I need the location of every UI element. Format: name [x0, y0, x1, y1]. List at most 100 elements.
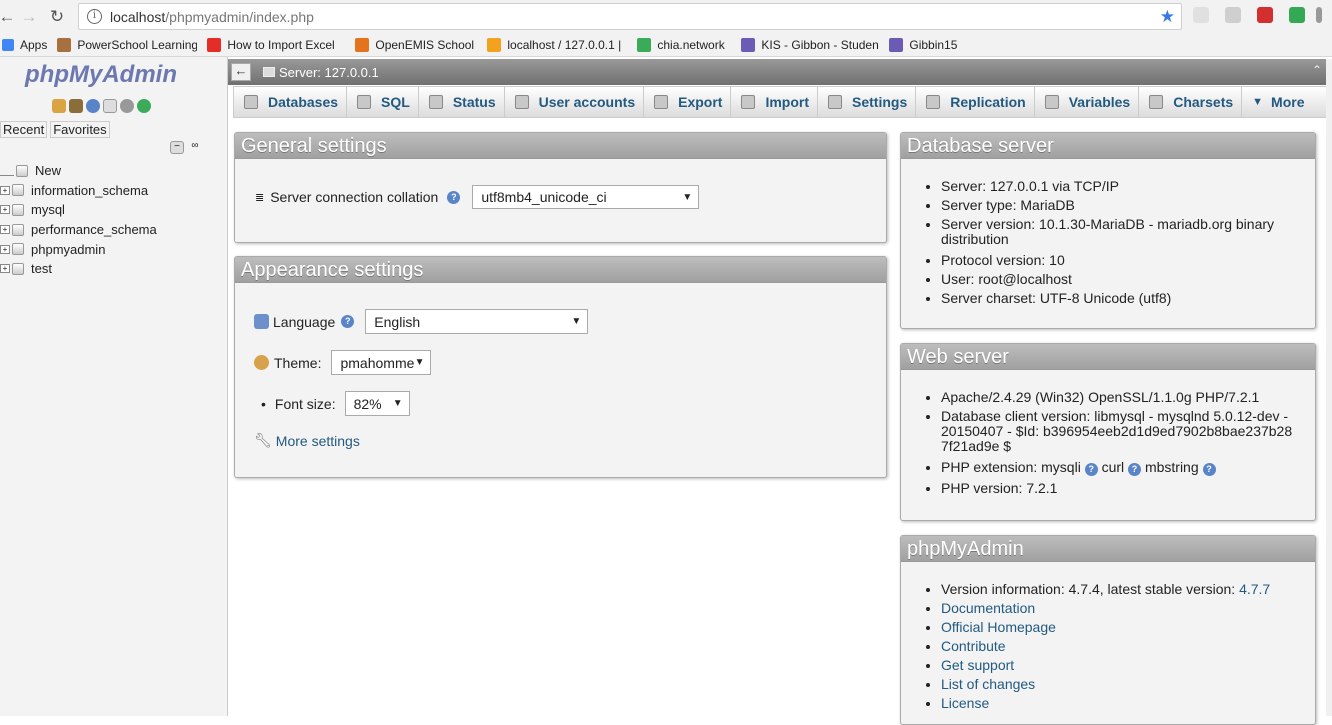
- breadcrumb-server[interactable]: Server: 127.0.0.1: [263, 65, 379, 80]
- back-icon[interactable]: ←: [0, 7, 18, 27]
- settings-gear-icon[interactable]: [120, 99, 134, 113]
- font-size-select[interactable]: 82% ▼: [344, 391, 410, 416]
- forward-icon[interactable]: →: [18, 7, 40, 27]
- collapse-up-icon[interactable]: ⌃: [1312, 63, 1322, 77]
- list-of-changes-link[interactable]: List of changes: [941, 676, 1035, 692]
- database-icon: [12, 262, 24, 275]
- php-extension-curl: curl: [1101, 459, 1125, 475]
- license-link[interactable]: License: [941, 695, 989, 711]
- wrench-icon: 🔧︎: [254, 432, 272, 448]
- tree-item-phpmyadmin[interactable]: + phpmyadmin: [0, 239, 157, 259]
- pdf-extension-icon[interactable]: [1225, 7, 1241, 23]
- tab-user-accounts[interactable]: User accounts: [505, 87, 645, 117]
- version-text: Version information: 4.7.4, latest stabl…: [941, 581, 1236, 597]
- collapse-nav-icon[interactable]: ←: [231, 63, 251, 81]
- tab-databases[interactable]: Databases: [234, 87, 348, 117]
- menu-icon[interactable]: [1316, 7, 1322, 23]
- expand-icon[interactable]: +: [0, 185, 10, 195]
- latest-version-link[interactable]: 4.7.7: [1239, 581, 1270, 597]
- help-icon[interactable]: ?: [447, 190, 461, 204]
- server-label: Server: 127.0.0.1: [279, 64, 379, 80]
- chevron-down-icon: ▼: [571, 316, 582, 327]
- tree-item-label: phpmyadmin: [31, 241, 106, 257]
- help-icon[interactable]: ?: [1202, 463, 1216, 476]
- tree-item-test[interactable]: + test: [0, 259, 157, 279]
- expand-icon[interactable]: +: [0, 244, 10, 254]
- tab-label: User accounts: [538, 94, 636, 110]
- bookmark-star-icon[interactable]: ★: [1160, 7, 1175, 27]
- pma-icon: [487, 37, 502, 52]
- list-item: Contribute: [941, 637, 1297, 656]
- official-homepage-link[interactable]: Official Homepage: [941, 619, 1056, 635]
- bookmark-label: How to Import Excel: [227, 37, 335, 52]
- chevron-down-icon: ▼: [392, 398, 403, 409]
- tree-item-information-schema[interactable]: + information_schema: [0, 181, 157, 201]
- logout-icon[interactable]: [69, 99, 83, 113]
- bookmarks-bar: Apps PowerSchool Learning How to Import …: [0, 33, 1332, 57]
- tab-import[interactable]: Import: [731, 87, 819, 117]
- tab-replication[interactable]: Replication: [916, 87, 1035, 117]
- collation-select[interactable]: utf8mb4_unicode_ci ▼: [472, 185, 700, 209]
- bookmark-label: localhost / 127.0.0.1 |: [507, 37, 622, 52]
- more-settings-link[interactable]: More settings: [276, 433, 360, 449]
- docs-icon[interactable]: [103, 99, 117, 113]
- expand-icon[interactable]: +: [0, 264, 10, 274]
- help-icon[interactable]: ?: [1084, 463, 1098, 476]
- tab-more[interactable]: ▼ More: [1242, 87, 1312, 117]
- home-icon[interactable]: [52, 99, 66, 113]
- documentation-link[interactable]: Documentation: [941, 600, 1035, 616]
- database-server-panel: Database server Server: 127.0.0.1 via TC…: [900, 132, 1316, 329]
- tab-recent[interactable]: Recent: [0, 121, 48, 138]
- chrome-extension-icon[interactable]: [1289, 7, 1305, 23]
- expand-icon[interactable]: +: [0, 225, 10, 235]
- sql-icon: [357, 95, 372, 109]
- address-bar[interactable]: i localhost/phpmyadmin/index.php ★: [78, 3, 1182, 30]
- list-item: Version information: 4.7.4, latest stabl…: [941, 580, 1297, 599]
- info-icon[interactable]: i: [87, 9, 102, 24]
- php-extension-mbstring: mbstring: [1144, 459, 1199, 475]
- theme-select[interactable]: pmahomme ▼: [331, 350, 432, 375]
- bookmark-openemis[interactable]: OpenEMIS School: [355, 37, 477, 52]
- extension-icon[interactable]: [1193, 7, 1209, 23]
- get-support-link[interactable]: Get support: [941, 657, 1014, 673]
- collapse-all-icon[interactable]: −: [170, 141, 184, 154]
- tab-variables[interactable]: Variables: [1035, 87, 1140, 117]
- reload-icon[interactable]: ↻: [46, 7, 68, 27]
- tab-label: Settings: [852, 94, 908, 110]
- help-icon[interactable]: ?: [1128, 463, 1142, 476]
- charsets-icon: [1149, 95, 1164, 109]
- tab-favorites[interactable]: Favorites: [50, 121, 110, 138]
- user-accounts-icon: [514, 95, 529, 109]
- tab-sql[interactable]: SQL: [347, 87, 419, 117]
- expand-icon[interactable]: +: [0, 205, 10, 215]
- list-item: Server version: 10.1.30-MariaDB - mariad…: [941, 217, 1297, 247]
- language-select[interactable]: English ▼: [365, 309, 589, 334]
- tab-status[interactable]: Status: [419, 87, 505, 117]
- contribute-link[interactable]: Contribute: [941, 638, 1006, 654]
- bookmark-label: OpenEMIS School: [375, 37, 475, 52]
- tree-item-performance-schema[interactable]: + performance_schema: [0, 220, 157, 240]
- refresh-icon[interactable]: [137, 99, 151, 113]
- help-icon[interactable]: [86, 99, 100, 113]
- bookmark-powerschool[interactable]: PowerSchool Learning: [57, 37, 197, 52]
- phpmyadmin-logo[interactable]: phpMyAdmin: [25, 61, 177, 89]
- bookmark-apps[interactable]: Apps: [2, 38, 47, 52]
- page-scrollbar[interactable]: [1326, 59, 1332, 716]
- bookmark-chia[interactable]: chia.network: [637, 37, 731, 52]
- tab-export[interactable]: Export: [644, 87, 732, 117]
- php-extension-text: PHP extension: mysqli: [941, 459, 1081, 475]
- shield-extension-icon[interactable]: [1257, 7, 1273, 23]
- link-icon[interactable]: ∞: [188, 141, 202, 154]
- bookmark-import-excel[interactable]: How to Import Excel: [207, 37, 345, 52]
- tree-item-new[interactable]: New: [0, 161, 157, 181]
- tree-item-mysql[interactable]: + mysql: [0, 200, 157, 220]
- database-icon: [12, 223, 24, 236]
- palette-icon: [254, 355, 269, 370]
- help-icon[interactable]: ?: [341, 315, 355, 328]
- bookmark-gibbin15[interactable]: Gibbin15: [889, 37, 957, 52]
- tab-charsets[interactable]: Charsets: [1139, 87, 1243, 117]
- tab-settings[interactable]: Settings: [818, 87, 917, 117]
- bookmark-localhost[interactable]: localhost / 127.0.0.1 |: [487, 37, 627, 52]
- tree-item-label: information_schema: [31, 182, 149, 198]
- bookmark-kis-gibbon[interactable]: KIS - Gibbon - Studen: [741, 37, 879, 52]
